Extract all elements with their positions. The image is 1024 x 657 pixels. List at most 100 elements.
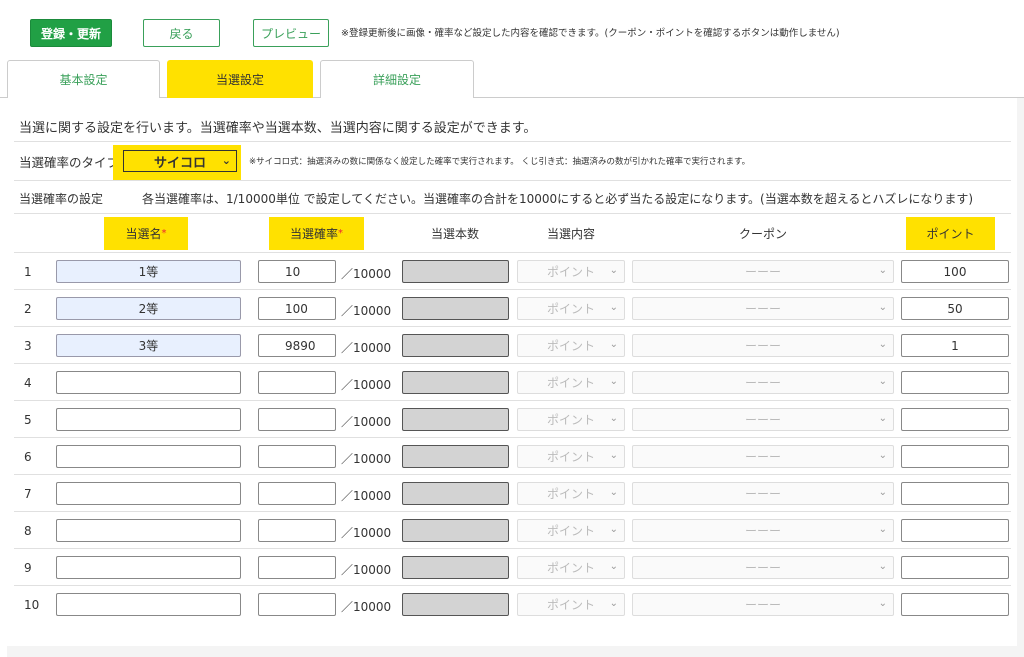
row-number: 4 (24, 376, 32, 390)
prize-name-input[interactable] (56, 445, 241, 468)
point-input[interactable]: 1 (901, 334, 1009, 357)
prize-name-input[interactable] (56, 408, 241, 431)
coupon-select[interactable]: ーーー ⌄ (632, 445, 894, 468)
chevron-down-icon: ⌄ (878, 302, 887, 313)
chevron-down-icon: ⌄ (609, 487, 618, 498)
intro-text: 当選に関する設定を行います。当選確率や当選本数、当選内容に関する設定ができます。 (19, 121, 537, 136)
table-row: 4 ／10000 ポイント ⌄ ーーー ⌄ (14, 363, 1011, 400)
tab-basic-settings[interactable]: 基本設定 (7, 60, 160, 98)
tab-detail-settings[interactable]: 詳細設定 (320, 60, 474, 98)
win-content-select[interactable]: ポイント ⌄ (517, 260, 625, 283)
coupon-select[interactable]: ーーー ⌄ (632, 556, 894, 579)
point-input[interactable] (901, 371, 1009, 394)
row-number: 2 (24, 302, 32, 316)
table-row: 9 ／10000 ポイント ⌄ ーーー ⌄ (14, 548, 1011, 585)
point-input[interactable] (901, 556, 1009, 579)
rate-denominator: ／10000 (341, 563, 392, 577)
chevron-down-icon: ⌄ (878, 265, 887, 276)
chevron-down-icon: ⌄ (609, 450, 618, 461)
win-count-input (402, 371, 509, 394)
chevron-down-icon: ⌄ (609, 265, 618, 276)
win-rate-input[interactable]: 10 (258, 260, 336, 283)
rate-denominator: ／10000 (341, 378, 392, 392)
win-rate-input[interactable]: 9890 (258, 334, 336, 357)
rate-denominator: ／10000 (341, 415, 392, 429)
coupon-select[interactable]: ーーー ⌄ (632, 593, 894, 616)
point-input[interactable] (901, 445, 1009, 468)
prize-name-input[interactable] (56, 371, 241, 394)
row-number: 6 (24, 450, 32, 464)
prize-name-input[interactable]: 1等 (56, 260, 241, 283)
row-number: 9 (24, 561, 32, 575)
win-count-input (402, 260, 509, 283)
chevron-down-icon: ⌄ (609, 376, 618, 387)
table-row: 2 2等 100 ／10000 ポイント ⌄ ーーー ⌄ 50 (14, 289, 1011, 326)
win-content-select[interactable]: ポイント ⌄ (517, 519, 625, 542)
coupon-select[interactable]: ーーー ⌄ (632, 260, 894, 283)
win-content-select[interactable]: ポイント ⌄ (517, 297, 625, 320)
chevron-down-icon: ⌄ (878, 339, 887, 350)
rate-denominator: ／10000 (341, 304, 392, 318)
prize-name-input[interactable] (56, 556, 241, 579)
point-input[interactable] (901, 482, 1009, 505)
coupon-select[interactable]: ーーー ⌄ (632, 519, 894, 542)
win-rate-input[interactable]: 100 (258, 297, 336, 320)
win-content-value: ポイント (546, 561, 595, 575)
win-content-select[interactable]: ポイント ⌄ (517, 371, 625, 394)
header-prize-name: 当選名 * (104, 217, 188, 250)
win-rate-input[interactable] (258, 519, 336, 542)
win-rate-input[interactable] (258, 593, 336, 616)
chevron-down-icon: ⌄ (878, 376, 887, 387)
win-content-value: ポイント (546, 265, 595, 279)
rate-denominator: ／10000 (341, 600, 392, 614)
win-rate-input[interactable] (258, 371, 336, 394)
win-rate-input[interactable] (258, 556, 336, 579)
win-content-select[interactable]: ポイント ⌄ (517, 593, 625, 616)
preview-button[interactable]: プレビュー (253, 19, 329, 47)
coupon-select[interactable]: ーーー ⌄ (632, 297, 894, 320)
point-input[interactable] (901, 593, 1009, 616)
prize-name-input[interactable] (56, 519, 241, 542)
rate-note: 各当選確率は、1/10000単位 で設定してください。当選確率の合計を10000… (142, 192, 974, 206)
win-content-select[interactable]: ポイント ⌄ (517, 334, 625, 357)
type-label: 当選確率のタイプ* (19, 152, 124, 171)
header-coupon: クーポン (738, 227, 787, 241)
win-content-select[interactable]: ポイント ⌄ (517, 556, 625, 579)
win-rate-input[interactable] (258, 482, 336, 505)
rate-denominator: ／10000 (341, 267, 392, 281)
row-number: 3 (24, 339, 32, 353)
prize-name-input[interactable] (56, 593, 241, 616)
point-input[interactable]: 100 (901, 260, 1009, 283)
win-count-input (402, 445, 509, 468)
point-input[interactable] (901, 519, 1009, 542)
back-button[interactable]: 戻る (143, 19, 220, 47)
coupon-select[interactable]: ーーー ⌄ (632, 408, 894, 431)
header-win-rate: 当選確率 * (269, 217, 364, 250)
win-rate-input[interactable] (258, 408, 336, 431)
win-content-value: ポイント (546, 376, 595, 390)
coupon-select[interactable]: ーーー ⌄ (632, 482, 894, 505)
row-number: 8 (24, 524, 32, 538)
type-select[interactable]: サイコロ ⌄ (123, 150, 237, 172)
tab-win-settings[interactable]: 当選設定 (167, 60, 313, 98)
coupon-value: ーーー (744, 487, 781, 501)
register-update-button[interactable]: 登録・更新 (30, 19, 112, 47)
rate-denominator: ／10000 (341, 526, 392, 540)
point-input[interactable] (901, 408, 1009, 431)
prize-name-input[interactable]: 2等 (56, 297, 241, 320)
prize-name-input[interactable]: 3等 (56, 334, 241, 357)
win-content-select[interactable]: ポイント ⌄ (517, 408, 625, 431)
required-mark: * (161, 228, 167, 239)
rate-denominator: ／10000 (341, 452, 392, 466)
table-row: 3 3等 9890 ／10000 ポイント ⌄ ーーー ⌄ 1 (14, 326, 1011, 363)
row-number: 7 (24, 487, 32, 501)
win-content-select[interactable]: ポイント ⌄ (517, 445, 625, 468)
table-row: 6 ／10000 ポイント ⌄ ーーー ⌄ (14, 437, 1011, 474)
win-rate-input[interactable] (258, 445, 336, 468)
coupon-select[interactable]: ーーー ⌄ (632, 371, 894, 394)
table-row: 8 ／10000 ポイント ⌄ ーーー ⌄ (14, 511, 1011, 548)
win-content-select[interactable]: ポイント ⌄ (517, 482, 625, 505)
point-input[interactable]: 50 (901, 297, 1009, 320)
coupon-select[interactable]: ーーー ⌄ (632, 334, 894, 357)
prize-name-input[interactable] (56, 482, 241, 505)
